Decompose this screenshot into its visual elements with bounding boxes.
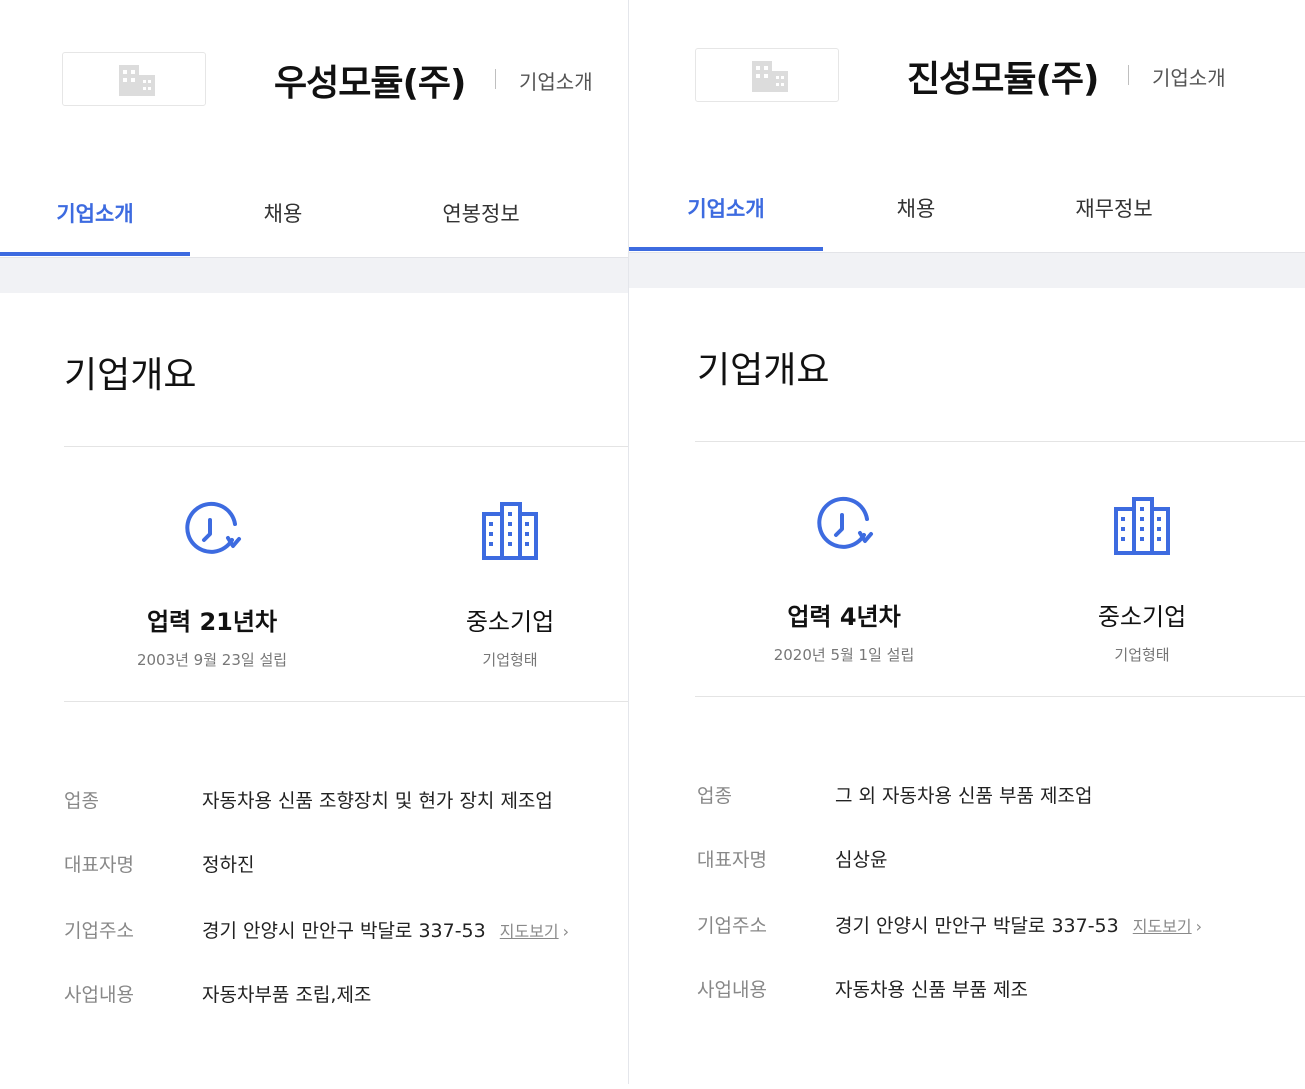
stat-company-type-label: 기업형태 bbox=[482, 651, 538, 669]
view-map-link[interactable]: 지도보기 bbox=[1133, 913, 1192, 937]
header-subtitle: 기업소개 bbox=[1152, 66, 1226, 90]
company-panel-left: 우성모듈(주) 기업소개 기업소개 채용 연봉정보 기업개요 업력 21년차 2… bbox=[0, 0, 628, 1089]
address-text: 경기 안양시 만안구 박달로 337-53 bbox=[202, 920, 486, 942]
chevron-right-icon[interactable]: › bbox=[563, 922, 569, 941]
stat-company-type-label: 기업형태 bbox=[1114, 646, 1170, 664]
stat-company-type: 중소기업 기업형태 bbox=[1012, 495, 1272, 665]
info-value: 정하진 bbox=[202, 854, 255, 876]
clock-icon bbox=[817, 496, 873, 549]
stat-company-type-value: 중소기업 bbox=[465, 608, 555, 636]
company-header: 진성모듈(주) 기업소개 bbox=[695, 48, 1295, 104]
info-value: 심상윤 bbox=[835, 849, 888, 871]
divider bbox=[64, 446, 628, 447]
view-map-link[interactable]: 지도보기 bbox=[500, 918, 559, 942]
section-title: 기업개요 bbox=[64, 355, 197, 396]
info-label: 업종 bbox=[697, 785, 732, 807]
info-label: 업종 bbox=[64, 790, 99, 812]
info-value: 경기 안양시 만안구 박달로 337-53 지도보기 › bbox=[835, 911, 1202, 938]
company-logo-placeholder bbox=[695, 48, 839, 102]
info-label: 사업내용 bbox=[697, 979, 767, 1001]
info-value: 경기 안양시 만안구 박달로 337-53 지도보기 › bbox=[202, 916, 569, 943]
company-panel-right: 진성모듈(주) 기업소개 기업소개 채용 재무정보 기업개요 업력 4년차 20… bbox=[628, 0, 1305, 1084]
tab-bar: 기업소개 채용 연봉정보 bbox=[0, 190, 628, 258]
tab-recruit[interactable]: 채용 bbox=[190, 190, 376, 256]
stat-history-value: 업력 21년차 bbox=[146, 608, 278, 636]
stat-history-founded: 2003년 9월 23일 설립 bbox=[136, 651, 288, 669]
stat-history: 업력 4년차 2020년 5월 1일 설립 bbox=[714, 495, 974, 665]
stat-history-founded: 2020년 5월 1일 설립 bbox=[773, 646, 915, 664]
info-label: 대표자명 bbox=[64, 854, 134, 876]
section-title: 기업개요 bbox=[697, 350, 830, 391]
header-divider bbox=[495, 69, 496, 89]
info-value: 그 외 자동차용 신품 부품 제조업 bbox=[835, 785, 1093, 807]
tab-financial-info[interactable]: 재무정보 bbox=[1009, 185, 1219, 251]
tab-divider-band bbox=[629, 252, 1305, 288]
header-divider bbox=[1128, 65, 1129, 85]
info-value: 자동차부품 조립,제조 bbox=[202, 984, 372, 1006]
stat-history-value: 업력 4년차 bbox=[787, 603, 901, 631]
building-icon bbox=[1114, 497, 1170, 555]
tab-salary-info[interactable]: 연봉정보 bbox=[376, 190, 586, 256]
tab-recruit[interactable]: 채용 bbox=[823, 185, 1009, 251]
header-subtitle: 기업소개 bbox=[519, 70, 593, 94]
divider bbox=[695, 441, 1305, 442]
company-header: 우성모듈(주) 기업소개 bbox=[62, 52, 628, 108]
company-logo-placeholder bbox=[62, 52, 206, 106]
info-label: 기업주소 bbox=[697, 915, 767, 937]
tab-divider-band bbox=[0, 257, 628, 293]
divider bbox=[64, 701, 628, 702]
tab-company-intro[interactable]: 기업소개 bbox=[629, 185, 823, 251]
address-text: 경기 안양시 만안구 박달로 337-53 bbox=[835, 915, 1119, 937]
clock-icon bbox=[185, 501, 241, 554]
info-value: 자동차용 신품 조향장치 및 현가 장치 제조업 bbox=[202, 790, 553, 812]
info-label: 기업주소 bbox=[64, 920, 134, 942]
info-value: 자동차용 신품 부품 제조 bbox=[835, 979, 1028, 1001]
info-label: 사업내용 bbox=[64, 984, 134, 1006]
building-placeholder-icon bbox=[119, 65, 155, 96]
tab-bar: 기업소개 채용 재무정보 bbox=[629, 185, 1305, 253]
building-placeholder-icon bbox=[752, 61, 788, 92]
company-name: 진성모듈(주) bbox=[907, 59, 1100, 100]
info-label: 대표자명 bbox=[697, 849, 767, 871]
chevron-right-icon[interactable]: › bbox=[1196, 917, 1202, 936]
tab-company-intro[interactable]: 기업소개 bbox=[0, 190, 190, 256]
stat-company-type-value: 중소기업 bbox=[1097, 603, 1187, 631]
building-icon bbox=[482, 502, 538, 560]
company-name: 우성모듈(주) bbox=[274, 63, 467, 104]
stat-company-type: 중소기업 기업형태 bbox=[380, 500, 628, 670]
stat-history: 업력 21년차 2003년 9월 23일 설립 bbox=[82, 500, 342, 670]
divider bbox=[695, 696, 1305, 697]
